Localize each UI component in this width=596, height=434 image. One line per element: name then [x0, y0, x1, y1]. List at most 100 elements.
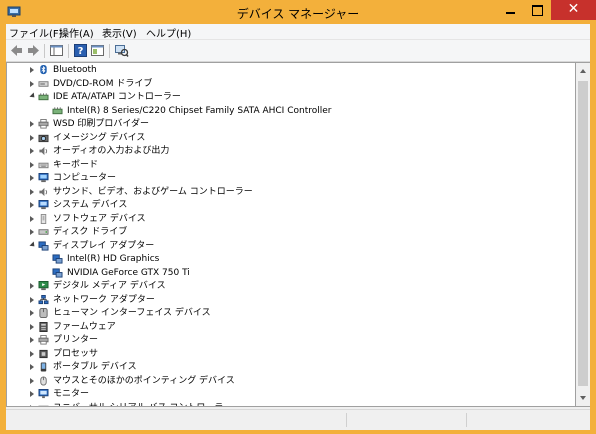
display-adapter-icon — [52, 267, 63, 278]
device-category-row[interactable]: ネットワーク アダプター — [7, 294, 575, 307]
collapsed-arrow-icon[interactable] — [30, 67, 34, 73]
collapsed-arrow-icon[interactable] — [30, 350, 34, 357]
collapsed-arrow-icon[interactable] — [30, 188, 34, 195]
collapsed-arrow-icon[interactable] — [30, 134, 34, 141]
collapsed-arrow-icon[interactable] — [30, 161, 34, 168]
collapsed-arrow-icon[interactable] — [30, 148, 34, 154]
title-bar[interactable]: デバイス マネージャー ✕ — [0, 0, 596, 26]
device-label: オーディオの入力および出力 — [53, 146, 170, 156]
toolbar: ? — [6, 40, 590, 62]
collapsed-arrow-icon[interactable] — [30, 215, 34, 222]
show-hide-console-tree-icon[interactable] — [49, 43, 64, 58]
device-label: IDE ATA/ATAPI コントローラー — [53, 92, 181, 102]
printer-icon — [38, 119, 49, 129]
expanded-arrow-icon[interactable] — [29, 240, 37, 249]
menu-view[interactable]: 表示(V) — [102, 25, 137, 40]
minimize-icon — [506, 12, 515, 14]
svg-text:?: ? — [78, 46, 84, 57]
device-label: ディスプレイ アダプター — [53, 240, 155, 251]
device-category-row[interactable]: イメージング デバイス — [7, 132, 575, 145]
collapsed-arrow-icon[interactable] — [30, 296, 34, 303]
collapsed-arrow-icon[interactable] — [30, 337, 34, 343]
collapsed-arrow-icon[interactable] — [30, 391, 34, 397]
device-category-row[interactable]: コンピューター — [7, 172, 575, 185]
device-category-row[interactable]: Bluetooth — [7, 64, 575, 77]
close-button[interactable]: ✕ — [551, 0, 596, 20]
device-label: ソフトウェア デバイス — [53, 213, 146, 224]
device-category-row[interactable]: マウスとそのほかのポインティング デバイス — [7, 375, 575, 388]
device-label: ヒューマン インターフェイス デバイス — [53, 308, 211, 318]
monitor-icon — [38, 389, 49, 399]
menu-file[interactable]: ファイル(F) — [9, 25, 63, 40]
expanded-arrow-icon[interactable] — [29, 92, 37, 100]
collapsed-arrow-icon[interactable] — [30, 364, 34, 370]
toolbar-separator — [44, 44, 45, 58]
collapsed-arrow-icon[interactable] — [30, 121, 34, 127]
device-category-row[interactable]: DVD/CD-ROM ドライブ — [7, 78, 575, 91]
device-tree[interactable]: Bluetooth DVD/CD-ROM ドライブ IDE ATA/ATAPI コン… — [6, 62, 576, 407]
maximize-button[interactable] — [524, 0, 551, 20]
device-category-row[interactable]: ユニバーサル シリアル バス コントローラー — [7, 402, 575, 406]
ide-controller-icon — [52, 106, 63, 114]
menu-help[interactable]: ヘルプ(H) — [146, 25, 191, 40]
vertical-scrollbar[interactable] — [576, 62, 590, 407]
processor-icon — [39, 349, 48, 358]
device-category-row[interactable]: システム デバイス — [7, 199, 575, 212]
collapsed-arrow-icon[interactable] — [30, 283, 34, 289]
ide-controller-icon — [38, 93, 49, 101]
display-adapter-icon — [52, 254, 63, 264]
help-icon[interactable]: ? — [73, 43, 88, 58]
device-row[interactable]: NVIDIA GeForce GTX 750 Ti — [7, 267, 575, 280]
device-category-row[interactable]: ファームウェア — [7, 321, 575, 334]
device-category-row[interactable]: ヒューマン インターフェイス デバイス — [7, 307, 575, 320]
device-category-row[interactable]: ソフトウェア デバイス — [7, 213, 575, 226]
status-pane-divider — [346, 413, 347, 427]
device-category-row[interactable]: IDE ATA/ATAPI コントローラー — [7, 91, 575, 104]
device-category-row[interactable]: プロセッサ — [7, 348, 575, 361]
properties-pane-icon[interactable] — [90, 43, 105, 58]
collapsed-arrow-icon[interactable] — [30, 310, 34, 316]
device-row[interactable]: Intel(R) HD Graphics — [7, 253, 575, 266]
system-device-icon — [38, 200, 49, 210]
device-category-row[interactable]: デジタル メディア デバイス — [7, 280, 575, 293]
device-label: ネットワーク アダプター — [53, 294, 155, 305]
device-label: サウンド、ビデオ、およびゲーム コントローラー — [53, 186, 253, 197]
device-label: イメージング デバイス — [53, 132, 146, 143]
collapsed-arrow-icon[interactable] — [30, 404, 34, 406]
back-arrow-icon[interactable] — [9, 43, 24, 58]
network-adapter-icon — [38, 294, 49, 304]
collapsed-arrow-icon[interactable] — [30, 323, 34, 330]
collapsed-arrow-icon[interactable] — [30, 80, 34, 87]
device-row[interactable]: Intel(R) 8 Series/C220 Chipset Family SA… — [7, 105, 575, 118]
device-category-row[interactable]: ポータブル デバイス — [7, 361, 575, 374]
toolbar-separator — [109, 44, 110, 58]
device-category-row[interactable]: キーボード — [7, 159, 575, 172]
status-pane-divider — [466, 413, 467, 427]
forward-arrow-icon[interactable] — [26, 43, 41, 58]
scroll-down-arrow-icon[interactable] — [580, 396, 586, 400]
collapsed-arrow-icon[interactable] — [30, 202, 34, 208]
scroll-up-arrow-icon[interactable] — [580, 69, 586, 73]
firmware-icon — [39, 321, 48, 332]
device-category-row[interactable]: モニター — [7, 388, 575, 401]
device-category-row[interactable]: WSD 印刷プロバイダー — [7, 118, 575, 131]
collapsed-arrow-icon[interactable] — [30, 377, 34, 384]
media-device-icon — [38, 281, 49, 291]
collapsed-arrow-icon[interactable] — [30, 175, 34, 181]
printer-icon — [38, 335, 49, 345]
device-category-row[interactable]: プリンター — [7, 334, 575, 347]
status-bar — [6, 409, 590, 430]
device-label: Bluetooth — [53, 65, 97, 75]
device-label: ポータブル デバイス — [53, 362, 137, 372]
minimize-button[interactable] — [497, 0, 524, 20]
device-category-row[interactable]: サウンド、ビデオ、およびゲーム コントローラー — [7, 186, 575, 199]
keyboard-icon — [38, 162, 49, 168]
device-category-row[interactable]: オーディオの入力および出力 — [7, 145, 575, 158]
menu-action[interactable]: 操作(A) — [59, 25, 94, 40]
scrollbar-thumb[interactable] — [578, 81, 588, 386]
collapsed-arrow-icon[interactable] — [30, 229, 34, 235]
device-category-row[interactable]: ディスク ドライブ — [7, 226, 575, 239]
scan-hardware-icon[interactable] — [114, 43, 129, 58]
device-category-row[interactable]: ディスプレイ アダプター — [7, 240, 575, 253]
device-label: システム デバイス — [53, 200, 128, 210]
